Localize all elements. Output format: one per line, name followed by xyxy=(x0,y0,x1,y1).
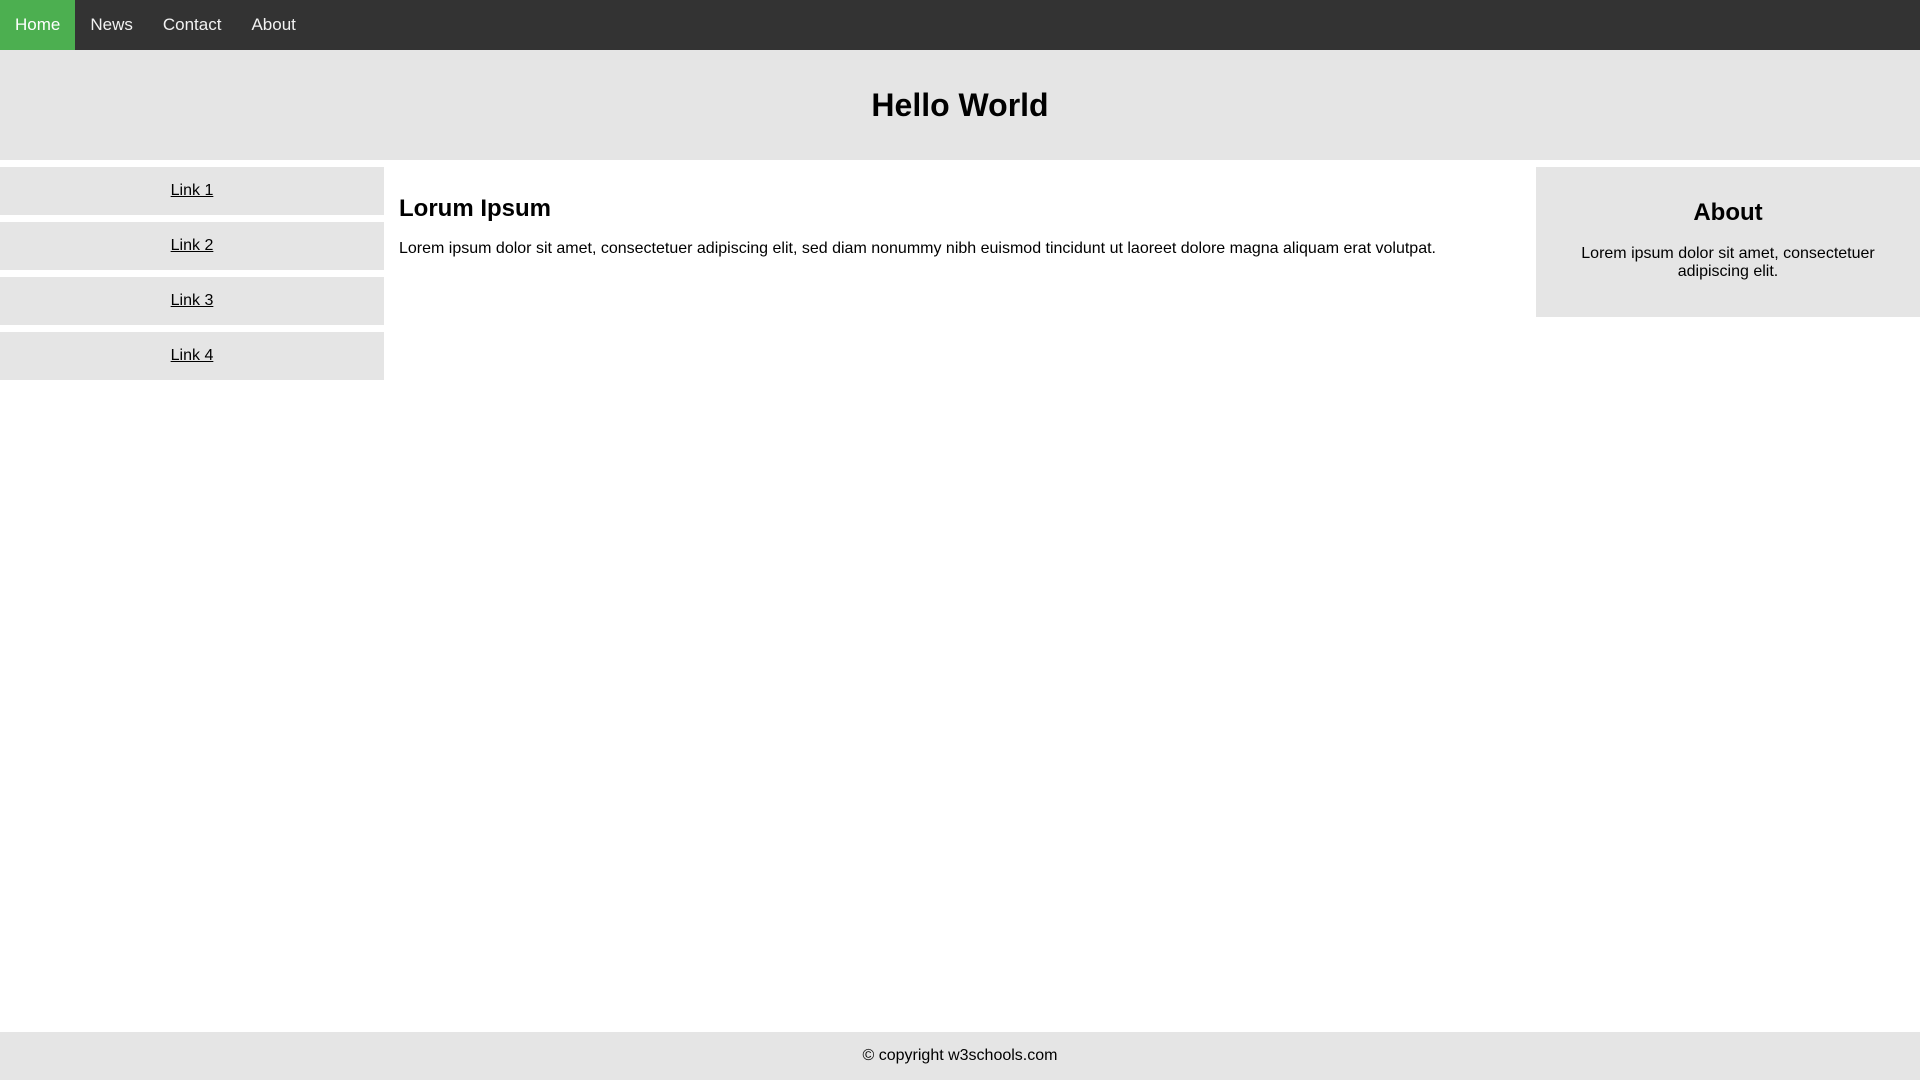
main-heading: Lorum Ipsum xyxy=(399,195,552,222)
sidebar-link-3[interactable]: Link 3 xyxy=(0,277,384,325)
about-text: Lorem ipsum dolor sit amet, consectetuer… xyxy=(1581,245,1875,280)
page-footer: © copyright w3schools.com xyxy=(0,1032,1920,1080)
nav-item-about[interactable]: About xyxy=(236,0,310,50)
sidebar-link-1[interactable]: Link 1 xyxy=(0,167,384,215)
sidebar-links: Link 1 Link 2 Link 3 Link 4 xyxy=(0,167,384,387)
nav-item-home[interactable]: Home xyxy=(0,0,76,50)
page-header: Hello World xyxy=(0,50,1920,160)
page-title: Hello World xyxy=(871,86,1049,123)
about-panel: About Lorem ipsum dolor sit amet, consec… xyxy=(1536,167,1920,317)
main-paragraph: Lorem ipsum dolor sit amet, consectetuer… xyxy=(399,240,1436,257)
sidebar-link-2[interactable]: Link 2 xyxy=(0,222,384,270)
nav-item-news[interactable]: News xyxy=(75,0,148,50)
top-navigation: Home News Contact About xyxy=(0,0,1920,50)
about-heading: About xyxy=(1693,199,1763,226)
footer-copyright: © copyright w3schools.com xyxy=(862,1047,1058,1064)
nav-item-contact[interactable]: Contact xyxy=(148,0,237,50)
main-content: Lorum Ipsum Lorem ipsum dolor sit amet, … xyxy=(399,167,1519,259)
page: Home News Contact About Hello World Link… xyxy=(0,0,1920,1080)
sidebar-link-4[interactable]: Link 4 xyxy=(0,332,384,380)
